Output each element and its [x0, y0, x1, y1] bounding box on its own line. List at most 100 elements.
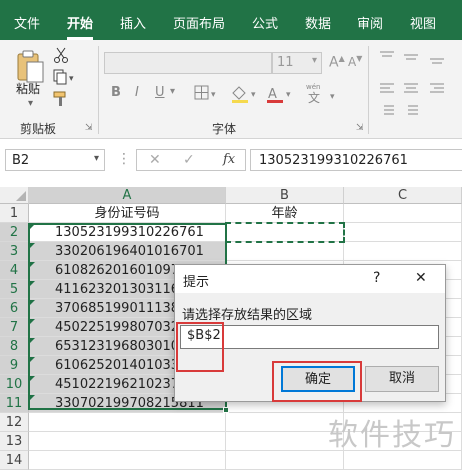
row-header[interactable]: 8 [0, 337, 29, 356]
font-color-icon[interactable]: A ▾ [264, 84, 296, 104]
chevron-down-icon: ▾ [311, 55, 317, 66]
help-button[interactable]: ? [373, 270, 380, 286]
cell-a[interactable] [29, 432, 226, 451]
cell-a[interactable] [29, 413, 226, 432]
cell-c[interactable] [344, 242, 462, 261]
formula-bar-handle-icon[interactable]: ⋮ [117, 151, 131, 167]
tab-formulas[interactable]: 公式 [252, 13, 278, 32]
watermark: 软件技巧 [328, 418, 456, 453]
column-header-b[interactable]: B [226, 187, 344, 204]
row-header[interactable]: 13 [0, 432, 29, 451]
row-header[interactable]: 14 [0, 451, 29, 470]
svg-text:▾: ▾ [251, 90, 256, 100]
svg-text:文: 文 [308, 90, 320, 105]
formula-buttons: ✕ ✓ fx [136, 149, 246, 171]
svg-text:wén: wén [306, 83, 320, 91]
dialog-title: 提示 [183, 275, 210, 290]
cell-b[interactable]: 年龄 [226, 204, 344, 223]
ok-highlight-box [272, 361, 362, 402]
enter-icon[interactable]: ✓ [183, 152, 195, 168]
tab-view[interactable]: 视图 [410, 13, 436, 32]
tab-data[interactable]: 数据 [305, 13, 331, 32]
paste-label[interactable]: 粘贴 [16, 80, 40, 97]
tab-home[interactable]: 开始 [67, 13, 94, 40]
column-header-a[interactable]: A [29, 187, 226, 204]
row-header[interactable]: 6 [0, 299, 29, 318]
copy-icon[interactable]: ▾ [52, 68, 78, 86]
cell-b[interactable] [226, 451, 344, 470]
cell-a[interactable]: 身份证号码 [29, 204, 226, 223]
italic-button[interactable]: I [135, 85, 139, 100]
cancel-button[interactable]: 取消 [365, 366, 439, 392]
formula-input[interactable]: 130523199310226761 [250, 149, 462, 171]
phonetic-icon[interactable]: wén 文 ▾ [302, 80, 342, 106]
error-indicator-icon [30, 338, 35, 343]
paste-dropdown-icon[interactable]: ▾ [28, 98, 33, 109]
error-indicator-icon [30, 357, 35, 362]
error-indicator-icon [30, 395, 35, 400]
cell-b[interactable] [226, 432, 344, 451]
close-button[interactable]: ✕ [415, 270, 427, 286]
top-align-icons[interactable] [378, 48, 462, 66]
row-header[interactable]: 12 [0, 413, 29, 432]
ribbon-separator [98, 46, 99, 134]
row-header[interactable]: 2 [0, 223, 29, 242]
font-launcher-icon[interactable]: ⇲ [356, 123, 364, 133]
borders-icon[interactable]: ▾ [193, 84, 221, 102]
error-indicator-icon [30, 281, 35, 286]
format-painter-icon[interactable] [52, 90, 70, 108]
row-header[interactable]: 1 [0, 204, 29, 223]
cell-c[interactable] [344, 204, 462, 223]
name-box-value: B2 [12, 153, 30, 168]
cell-b[interactable] [226, 413, 344, 432]
svg-text:▾: ▾ [211, 90, 216, 100]
clipboard-launcher-icon[interactable]: ⇲ [85, 123, 93, 133]
underline-button[interactable]: U [155, 85, 165, 100]
fill-color-icon[interactable]: ▾ [229, 84, 261, 104]
cell-c[interactable] [344, 223, 462, 242]
row-header[interactable]: 7 [0, 318, 29, 337]
cell-a[interactable] [29, 451, 226, 470]
tab-insert[interactable]: 插入 [120, 13, 146, 32]
row-header[interactable]: 4 [0, 261, 29, 280]
insert-function-button[interactable]: fx [223, 152, 235, 167]
cell-a[interactable]: 130523199310226761 [29, 223, 226, 242]
clipboard-group-label: 剪贴板 [20, 122, 57, 136]
row-header[interactable]: 5 [0, 280, 29, 299]
tab-page-layout[interactable]: 页面布局 [173, 13, 225, 32]
indent-icons[interactable] [378, 102, 462, 120]
fill-handle[interactable] [223, 407, 229, 413]
font-name-combo[interactable] [104, 52, 272, 74]
tab-review[interactable]: 审阅 [357, 13, 383, 32]
row-header[interactable]: 11 [0, 394, 29, 413]
tab-file[interactable]: 文件 [14, 13, 40, 32]
font-size-value: 11 [277, 55, 294, 70]
row-header[interactable]: 9 [0, 356, 29, 375]
error-indicator-icon [30, 319, 35, 324]
cell-b[interactable] [226, 223, 344, 242]
horizontal-align-icons[interactable] [378, 80, 462, 98]
chevron-down-icon[interactable]: ▾ [94, 153, 99, 164]
error-indicator-icon [30, 300, 35, 305]
font-size-combo[interactable]: 11 ▾ [272, 52, 322, 74]
decrease-font-icon[interactable]: A▼ [348, 54, 362, 69]
row-header[interactable]: 3 [0, 242, 29, 261]
error-indicator-icon [30, 262, 35, 267]
error-indicator-icon [30, 224, 35, 229]
cancel-icon[interactable]: ✕ [149, 152, 161, 168]
cell-b[interactable] [226, 242, 344, 261]
svg-text:▾: ▾ [330, 92, 335, 102]
increase-font-icon[interactable]: A▲ [329, 54, 345, 71]
column-header-c[interactable]: C [344, 187, 462, 204]
select-all-corner[interactable] [0, 187, 29, 204]
dialog-prompt: 请选择存放结果的区域 [182, 308, 313, 323]
cell-a[interactable]: 330206196401016701 [29, 242, 226, 261]
formula-bar: B2 ▾ ⋮ ✕ ✓ fx 130523199310226761 [0, 139, 462, 183]
underline-dropdown-icon[interactable]: ▾ [170, 86, 175, 97]
row-header[interactable]: 10 [0, 375, 29, 394]
name-box[interactable]: B2 ▾ [5, 149, 105, 171]
svg-text:▾: ▾ [69, 74, 74, 84]
bold-button[interactable]: B [111, 85, 121, 100]
cut-icon[interactable] [52, 46, 70, 64]
range-prompt-dialog: 提示 ? ✕ 请选择存放结果的区域 $B$2 确定 取消 [174, 264, 446, 402]
